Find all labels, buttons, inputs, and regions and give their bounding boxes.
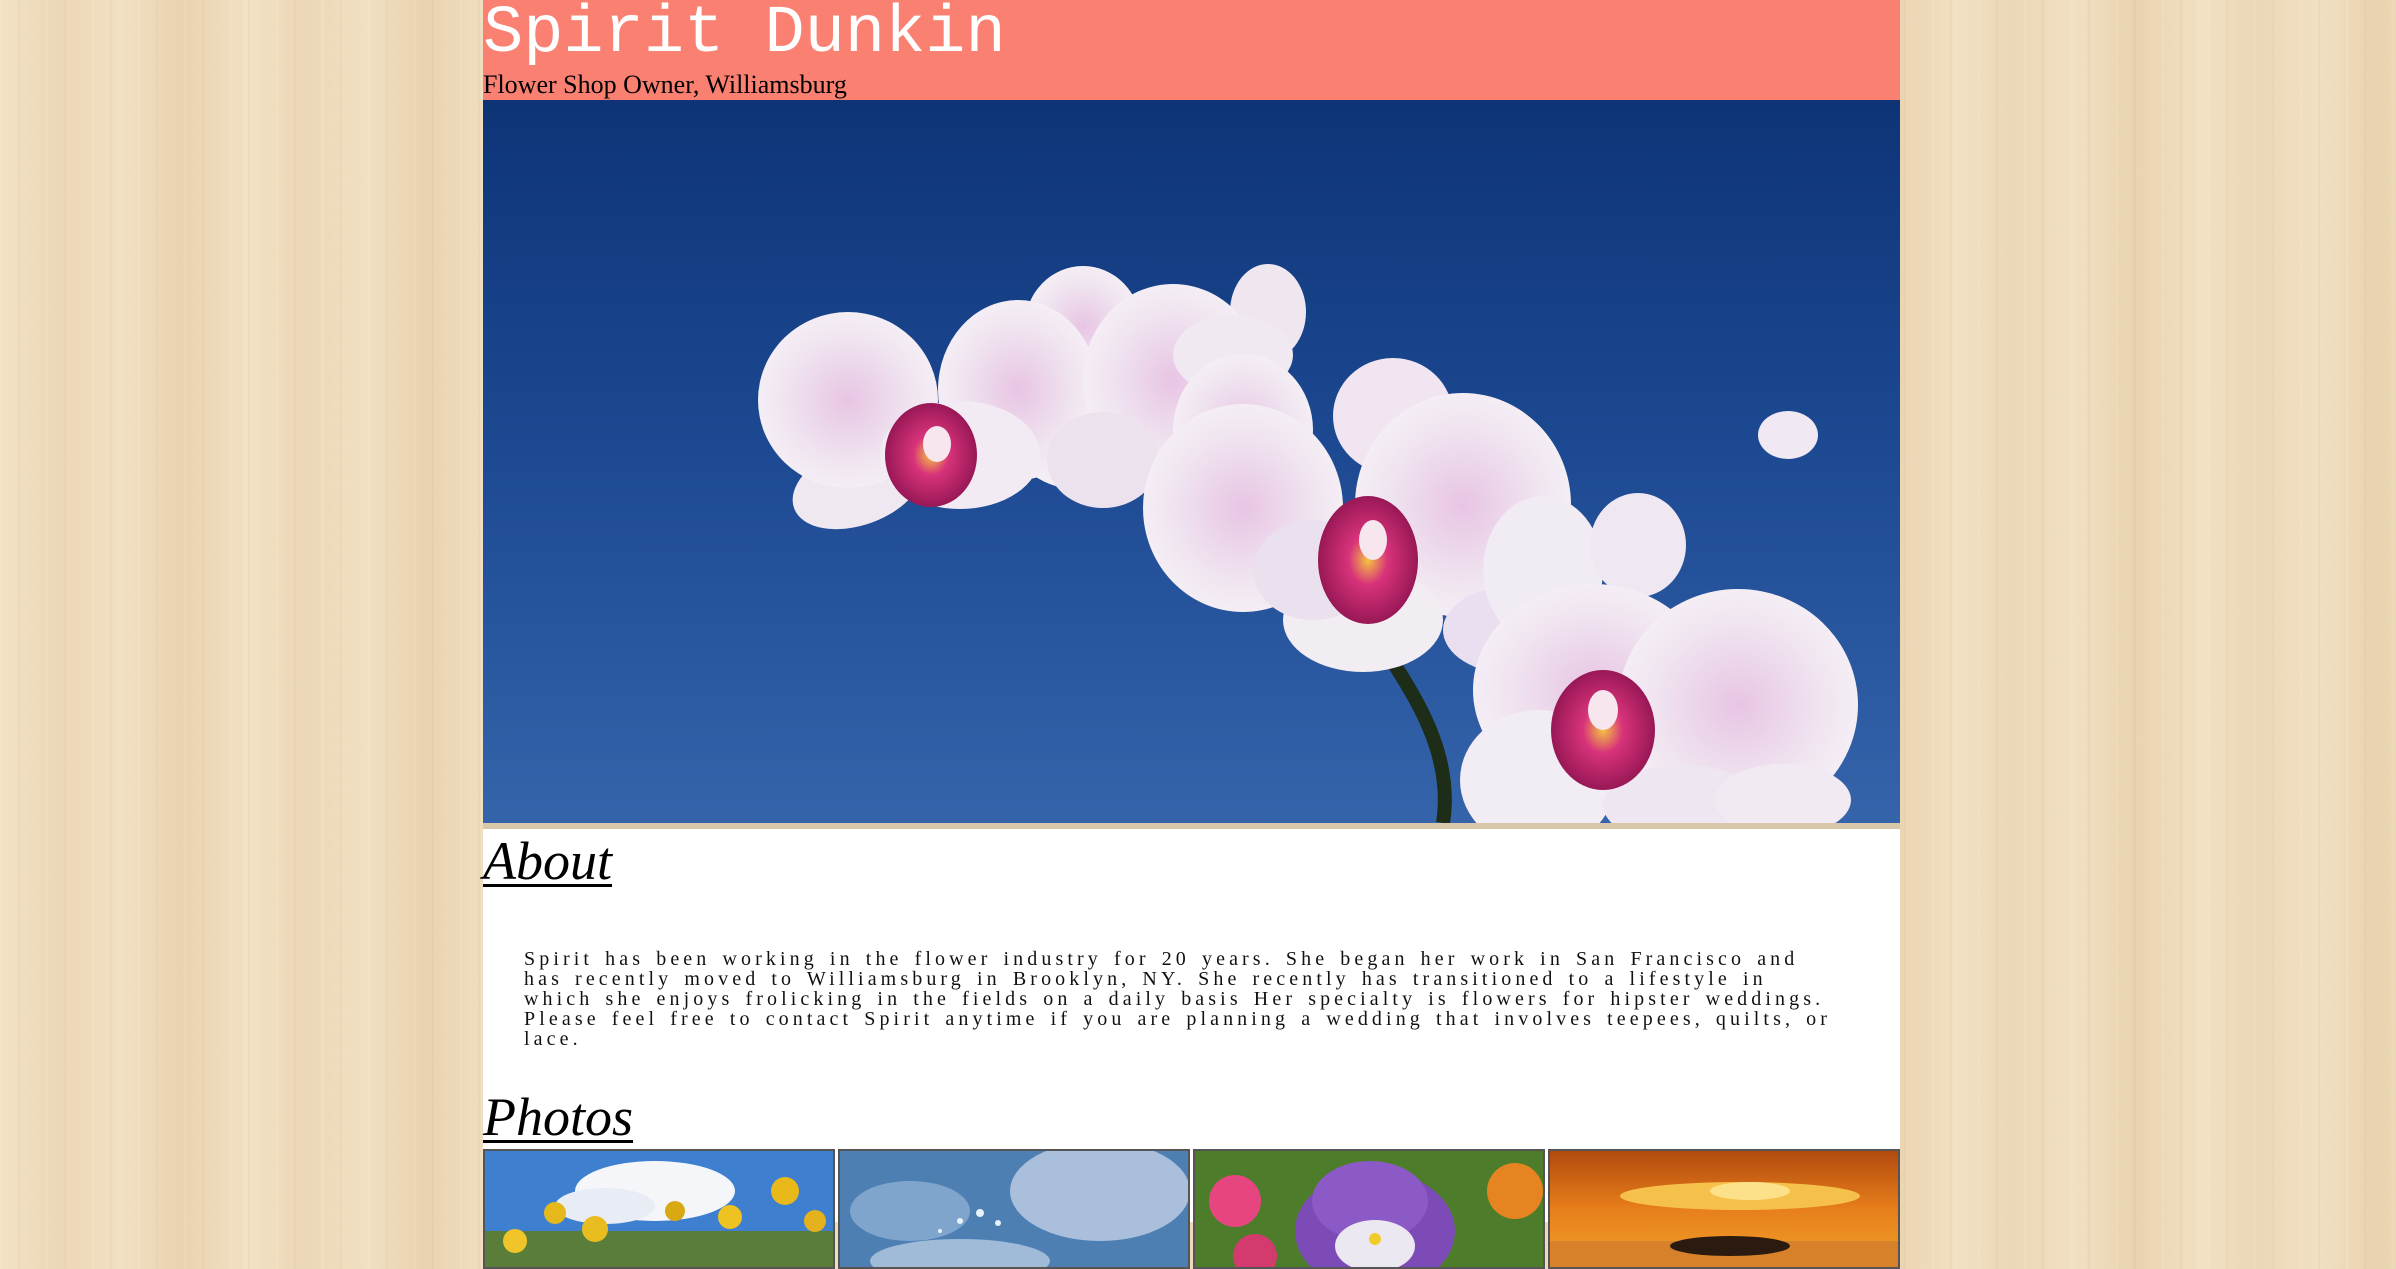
site-subtitle: Flower Shop Owner, Williamsburg bbox=[483, 70, 847, 99]
photo-thumbnail-water-splash[interactable] bbox=[838, 1149, 1190, 1269]
orchid-photo bbox=[483, 100, 1900, 823]
hero-divider bbox=[483, 823, 1900, 829]
about-heading: About bbox=[483, 831, 612, 891]
photo-thumbnail-purple-pansy[interactable] bbox=[1193, 1149, 1545, 1269]
about-text: Spirit has been working in the flower in… bbox=[524, 948, 1832, 1050]
photo-gallery bbox=[483, 1149, 1900, 1269]
yellow-flowers-photo bbox=[485, 1151, 833, 1267]
purple-pansy-photo bbox=[1195, 1151, 1543, 1267]
hero-image bbox=[483, 100, 1900, 823]
page-container: Spirit Dunkin Flower Shop Owner, William… bbox=[483, 0, 1900, 1269]
sunset-photo bbox=[1550, 1151, 1898, 1267]
photo-thumbnail-yellow-flowers[interactable] bbox=[483, 1149, 835, 1269]
photo-thumbnail-sunset[interactable] bbox=[1548, 1149, 1900, 1269]
site-title: Spirit Dunkin bbox=[483, 0, 1006, 72]
site-header: Spirit Dunkin Flower Shop Owner, William… bbox=[483, 0, 1900, 100]
water-splash-photo bbox=[840, 1151, 1188, 1267]
photos-heading: Photos bbox=[483, 1087, 634, 1147]
